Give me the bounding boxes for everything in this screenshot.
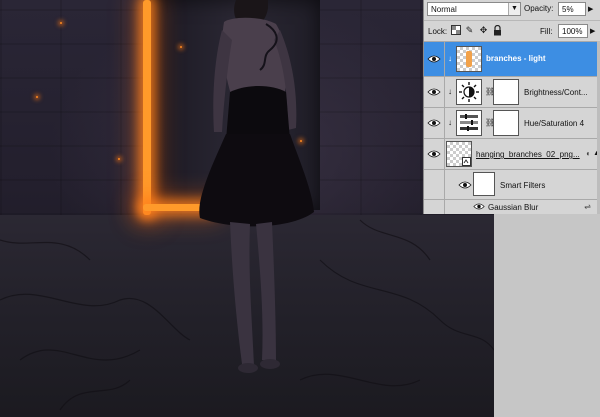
smart-object-thumbnail[interactable]	[446, 141, 472, 167]
chevron-down-icon: ▼	[508, 3, 520, 15]
column-divider	[444, 42, 445, 76]
layer-mask-thumbnail[interactable]	[493, 79, 519, 105]
visibility-eye-icon[interactable]	[427, 87, 441, 97]
layer-name[interactable]: Gaussian Blur	[488, 203, 538, 212]
visibility-eye-icon[interactable]	[458, 180, 472, 190]
opacity-value: 5%	[562, 5, 574, 14]
blend-opacity-row: Normal ▼ Opacity: 5% ▶	[424, 0, 600, 20]
layer-row-brightness-contrast[interactable]: ↓ ⛓ Brightness/Cont...	[424, 76, 600, 107]
workspace-background	[494, 214, 600, 417]
mask-link-icon[interactable]: ⛓	[485, 87, 495, 97]
opacity-label: Opacity:	[524, 4, 554, 13]
column-divider	[444, 170, 445, 199]
layer-row-branches-light[interactable]: ↓ branches - light	[424, 41, 600, 76]
lock-label: Lock:	[428, 27, 448, 36]
layer-name[interactable]: branches - light	[486, 54, 546, 63]
visibility-eye-icon[interactable]	[473, 202, 487, 212]
visibility-eye-icon[interactable]	[427, 149, 441, 159]
visibility-eye-icon[interactable]	[427, 54, 441, 64]
clipping-arrow-icon: ↓	[448, 54, 452, 63]
column-divider	[444, 139, 445, 169]
clipping-arrow-icon: ↓	[448, 87, 452, 96]
layer-name[interactable]: Smart Filters	[500, 181, 545, 190]
lock-transparent-pixels-icon[interactable]	[450, 25, 461, 36]
fill-value: 100%	[562, 27, 583, 36]
column-divider	[444, 108, 445, 138]
hue-saturation-adjustment-icon[interactable]	[456, 110, 482, 136]
smart-filter-mask-thumbnail[interactable]	[473, 172, 495, 196]
blend-mode-dropdown[interactable]: Normal ▼	[427, 2, 521, 16]
filter-blending-options-icon[interactable]: ⇌	[584, 202, 591, 211]
layer-row-hue-saturation[interactable]: ↓ ⛓ Hue/Saturation 4	[424, 107, 600, 138]
lock-fill-row: Lock: ✎ ✥ Fill: 100% ▶	[424, 20, 600, 42]
fill-field[interactable]: 100%	[558, 24, 588, 38]
gaussian-blur-row[interactable]: Gaussian Blur ⇌	[424, 199, 600, 214]
layer-name[interactable]: hanging_branches_02_png...	[476, 150, 580, 159]
fill-slider-arrow-icon[interactable]: ▶	[590, 27, 595, 35]
layer-thumbnail[interactable]	[456, 46, 482, 72]
layer-name[interactable]: Brightness/Cont...	[524, 88, 588, 97]
opacity-slider-arrow-icon[interactable]: ▶	[588, 5, 593, 13]
layer-row-hanging-branches[interactable]: hanging_branches_02_png... ◐ ▲	[424, 138, 600, 169]
layer-mask-thumbnail[interactable]	[493, 110, 519, 136]
layer-name[interactable]: Hue/Saturation 4	[524, 119, 584, 128]
visibility-eye-icon[interactable]	[427, 118, 441, 128]
opacity-field[interactable]: 5%	[558, 2, 586, 16]
smart-filters-row[interactable]: Smart Filters	[424, 169, 600, 199]
column-divider	[444, 77, 445, 107]
blend-mode-value: Normal	[431, 5, 457, 14]
mask-link-icon[interactable]: ⛓	[485, 118, 495, 128]
column-divider	[444, 200, 445, 214]
clipping-arrow-icon: ↓	[448, 118, 452, 127]
smart-filter-badge-icon[interactable]: ◐	[586, 149, 591, 158]
lock-all-icon[interactable]	[492, 24, 503, 36]
layers-panel: Normal ▼ Opacity: 5% ▶ Lock: ✎ ✥ Fill: 1…	[423, 0, 600, 214]
fill-label: Fill:	[540, 27, 553, 36]
lock-position-icon[interactable]: ✥	[478, 25, 489, 36]
lock-image-pixels-icon[interactable]: ✎	[464, 25, 475, 36]
brightness-adjustment-icon[interactable]	[456, 79, 482, 105]
